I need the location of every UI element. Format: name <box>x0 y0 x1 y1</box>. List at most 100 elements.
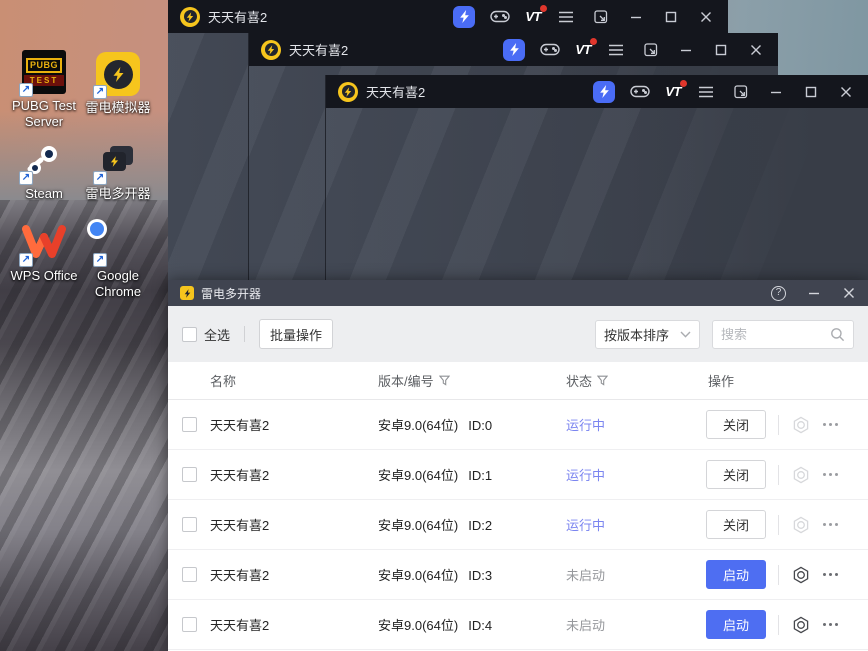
boost-icon[interactable] <box>593 80 616 103</box>
window-title: 天天有喜2 <box>208 10 268 25</box>
chrome-icon: ↗ <box>87 218 140 267</box>
vt-indicator[interactable]: VT <box>575 38 597 57</box>
shortcut-arrow-icon: ↗ <box>19 171 33 185</box>
filter-funnel-icon[interactable] <box>597 375 609 386</box>
menu-icon[interactable] <box>696 82 716 102</box>
filter-funnel-icon[interactable] <box>438 375 450 386</box>
minimize-button[interactable] <box>676 40 696 60</box>
table-header: 名称 版本/编号 状态 操作 <box>168 362 868 400</box>
search-input[interactable] <box>721 326 830 342</box>
instance-version: 安卓9.0(64位) <box>378 518 459 533</box>
shortcut-arrow-icon: ↗ <box>93 171 107 185</box>
popout-icon[interactable] <box>591 7 611 27</box>
desktop-icon-pubg-test[interactable]: PUBG TEST ↗ PUBG Test Server <box>2 50 86 129</box>
instance-id: ID:4 <box>468 618 493 633</box>
settings-gear-icon[interactable] <box>792 566 810 584</box>
search-box[interactable] <box>712 319 854 349</box>
action-button[interactable]: 启动 <box>706 610 766 639</box>
settings-gear-icon[interactable] <box>792 516 810 534</box>
settings-gear-icon[interactable] <box>792 616 810 634</box>
menu-icon[interactable] <box>556 7 576 27</box>
boost-icon[interactable] <box>453 5 476 28</box>
close-button[interactable] <box>746 40 766 60</box>
header-action: 操作 <box>708 374 735 389</box>
instance-name: 天天有喜2 <box>210 618 270 633</box>
status-text: 运行中 <box>566 418 606 433</box>
manager-toolbar: 全选 批量操作 按版本排序 <box>168 306 868 362</box>
close-button[interactable] <box>842 286 856 300</box>
header-status: 状态 <box>566 374 593 389</box>
status-text: 未启动 <box>566 568 606 583</box>
action-button[interactable]: 关闭 <box>706 460 766 489</box>
minimize-button[interactable] <box>766 82 786 102</box>
desktop-icon-ld-emulator[interactable]: ↗ 雷电模拟器 <box>76 52 160 116</box>
ldplayer-icon: ↗ <box>93 52 140 99</box>
sort-dropdown[interactable]: 按版本排序 <box>595 319 700 349</box>
more-options-icon[interactable] <box>823 423 838 426</box>
icon-label: PUBG Test Server <box>11 98 77 129</box>
boost-icon[interactable] <box>503 38 526 61</box>
vt-indicator[interactable]: VT <box>665 80 687 99</box>
pubg-icon: PUBG TEST ↗ <box>19 50 66 97</box>
maximize-button[interactable] <box>661 7 681 27</box>
vt-indicator[interactable]: VT <box>525 5 547 24</box>
manager-window: 雷电多开器 ? 全选 批量操作 按版本排序 搜索 名称 版本/编号 状态 操作 … <box>168 280 868 651</box>
row-checkbox[interactable] <box>182 467 197 482</box>
row-checkbox[interactable] <box>182 417 197 432</box>
popout-icon[interactable] <box>731 82 751 102</box>
more-options-icon[interactable] <box>823 523 838 526</box>
close-button[interactable] <box>836 82 856 102</box>
notification-dot-icon <box>590 38 597 45</box>
divider <box>244 326 246 342</box>
instance-list: 天天有喜2 安卓9.0(64位) ID:0 运行中 关闭 天天有喜2 安卓9.0… <box>168 400 868 651</box>
shortcut-arrow-icon: ↗ <box>19 253 33 267</box>
desktop-icon-chrome[interactable]: ↗ Google Chrome <box>76 218 160 299</box>
action-button[interactable]: 关闭 <box>706 510 766 539</box>
gamepad-icon[interactable] <box>540 40 561 60</box>
menu-icon[interactable] <box>606 40 626 60</box>
instance-name: 天天有喜2 <box>210 518 270 533</box>
icon-label: 雷电多开器 <box>85 186 151 201</box>
action-button[interactable]: 启动 <box>706 560 766 589</box>
instance-name: 天天有喜2 <box>210 468 270 483</box>
gamepad-icon[interactable] <box>490 7 511 27</box>
gamepad-icon[interactable] <box>630 82 651 102</box>
instance-version: 安卓9.0(64位) <box>378 618 459 633</box>
divider <box>778 514 779 535</box>
more-options-icon[interactable] <box>823 473 838 476</box>
divider <box>778 414 779 435</box>
desktop-icon-ld-multi[interactable]: ↗ 雷电多开器 <box>76 138 160 202</box>
shortcut-arrow-icon: ↗ <box>93 85 107 99</box>
icon-label: Google Chrome <box>94 268 142 299</box>
minimize-button[interactable] <box>807 286 821 300</box>
minimize-button[interactable] <box>626 7 646 27</box>
manager-titlebar[interactable]: 雷电多开器 ? <box>168 280 868 306</box>
desktop-icon-wps[interactable]: ↗ WPS Office <box>2 220 86 284</box>
wps-icon: ↗ <box>19 220 66 267</box>
status-text: 运行中 <box>566 468 606 483</box>
select-all-label: 全选 <box>204 327 231 343</box>
maximize-button[interactable] <box>801 82 821 102</box>
select-all-checkbox[interactable] <box>182 326 197 342</box>
row-checkbox[interactable] <box>182 517 197 532</box>
row-checkbox[interactable] <box>182 567 197 582</box>
desktop-icon-steam[interactable]: ↗ Steam <box>2 138 86 202</box>
notification-dot-icon <box>540 5 547 12</box>
more-options-icon[interactable] <box>823 623 838 626</box>
popout-icon[interactable] <box>641 40 661 60</box>
instance-id: ID:2 <box>468 518 493 533</box>
help-icon[interactable]: ? <box>771 285 786 301</box>
batch-operations-button[interactable]: 批量操作 <box>259 319 334 349</box>
close-button[interactable] <box>696 7 716 27</box>
settings-gear-icon[interactable] <box>792 466 810 484</box>
steam-icon: ↗ <box>19 138 66 185</box>
window-title: 天天有喜2 <box>289 43 349 58</box>
action-button[interactable]: 关闭 <box>706 410 766 439</box>
emulator-window-3: 天天有喜2 VT <box>325 75 868 280</box>
maximize-button[interactable] <box>711 40 731 60</box>
more-options-icon[interactable] <box>823 573 838 576</box>
manager-title: 雷电多开器 <box>201 286 262 301</box>
row-checkbox[interactable] <box>182 617 197 632</box>
settings-gear-icon[interactable] <box>792 416 810 434</box>
status-text: 未启动 <box>566 618 606 633</box>
